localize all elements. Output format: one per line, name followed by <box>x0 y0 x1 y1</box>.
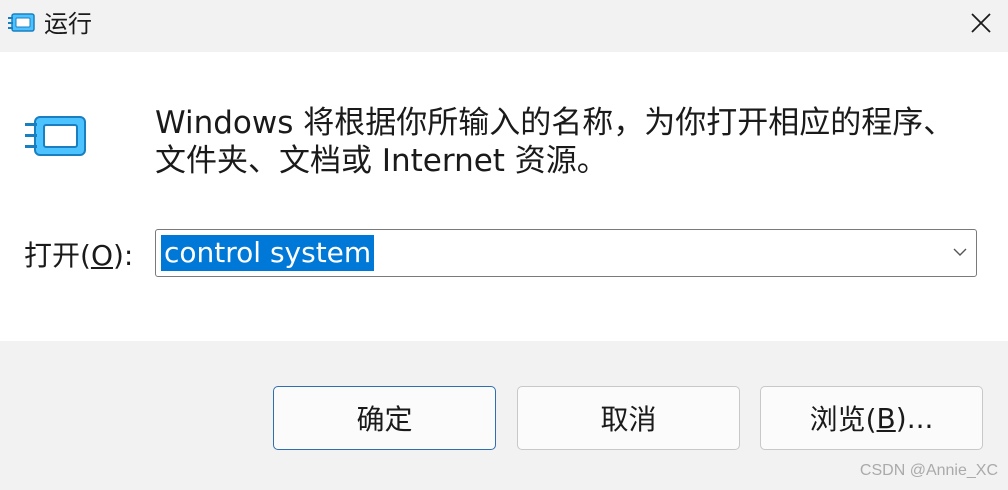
window-title: 运行 <box>44 10 92 38</box>
title-bar: 运行 <box>0 0 1008 52</box>
open-input[interactable]: control system <box>161 235 375 271</box>
dialog-content <box>0 52 1008 341</box>
close-icon <box>970 12 992 38</box>
browse-button[interactable]: 浏览(B)... <box>760 386 983 450</box>
cancel-button[interactable]: 取消 <box>517 386 740 450</box>
chevron-down-icon[interactable] <box>950 242 970 262</box>
close-button[interactable] <box>958 4 1004 46</box>
open-combobox[interactable]: control system <box>155 229 977 277</box>
run-program-icon <box>25 114 91 160</box>
run-dialog-icon <box>8 11 36 35</box>
watermark: CSDN @Annie_XC <box>859 462 998 479</box>
ok-button[interactable]: 确定 <box>273 386 496 450</box>
dialog-description: Windows 将根据你所输入的名称，为你打开相应的程序、文件夹、文档或 Int… <box>155 105 955 179</box>
open-label: 打开(O): <box>24 239 134 272</box>
